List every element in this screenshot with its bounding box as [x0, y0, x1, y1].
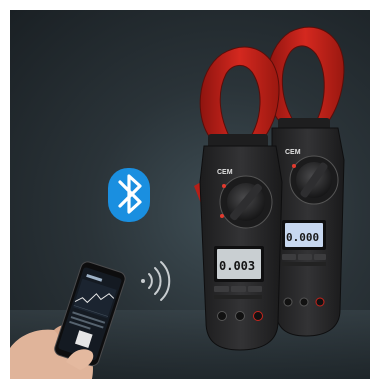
bluetooth-icon — [108, 168, 150, 222]
back-meter-brand: CEM — [285, 149, 301, 156]
back-meter-lcd-value: 0.000 — [286, 231, 319, 244]
front-meter-lcd-value: 0.003 — [219, 259, 255, 273]
product-photo: CEM 0.000 CEM 0.003 — [10, 10, 370, 379]
front-meter-brand: CEM — [217, 169, 233, 176]
wireless-signal-icon — [141, 261, 171, 301]
front-clamp-jaw — [199, 46, 280, 141]
back-clamp-jaw — [266, 26, 345, 123]
front-clamp-meter: CEM 0.003 — [194, 46, 283, 351]
